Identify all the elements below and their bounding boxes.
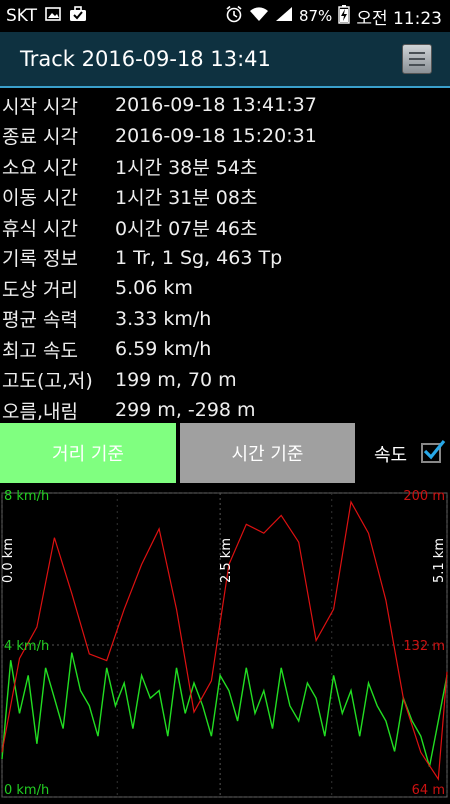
track-info-list: 시작 시각 2016-09-18 13:41:37 종료 시각 2016-09-18… bbox=[0, 90, 450, 426]
info-value: 1시간 38분 54초 bbox=[115, 156, 258, 179]
clock: 오전 11:23 bbox=[356, 8, 442, 29]
alarm-icon bbox=[225, 5, 243, 28]
info-value: 0시간 07분 46초 bbox=[115, 217, 258, 240]
speed-axis-label: 0 km/h bbox=[4, 783, 49, 798]
gallery-icon bbox=[45, 6, 61, 27]
menu-icon-line bbox=[409, 58, 425, 60]
info-label: 시작 시각 bbox=[2, 95, 78, 118]
distance-axis-label: 5.1 km bbox=[432, 538, 447, 583]
action-bar: Track 2016-09-18 13:41 bbox=[0, 32, 450, 88]
briefcase-icon bbox=[69, 5, 87, 27]
battery-charging-icon bbox=[338, 4, 351, 29]
info-row: 시작 시각 2016-09-18 13:41:37 bbox=[0, 90, 450, 121]
speed-series-line bbox=[1, 652, 448, 767]
info-label: 평균 속력 bbox=[2, 309, 78, 332]
distance-axis-label: 2.5 km bbox=[219, 538, 234, 583]
info-row: 이동 시간 1시간 31분 08초 bbox=[0, 182, 450, 213]
info-row: 평균 속력 3.33 km/h bbox=[0, 304, 450, 335]
info-value: 5.06 km bbox=[115, 277, 193, 300]
chart-mode-bar: 거리 기준 시간 기준 속도 bbox=[0, 423, 450, 483]
info-row: 종료 시각 2016-09-18 15:20:31 bbox=[0, 121, 450, 152]
menu-button[interactable] bbox=[402, 44, 432, 74]
info-label: 고도(고,저) bbox=[2, 370, 93, 393]
info-value: 299 m, -298 m bbox=[115, 399, 256, 422]
time-mode-button[interactable]: 시간 기준 bbox=[180, 423, 355, 483]
altitude-axis-label: 200 m bbox=[403, 489, 445, 504]
info-value: 2016-09-18 15:20:31 bbox=[115, 124, 317, 147]
info-label: 종료 시각 bbox=[2, 126, 78, 149]
status-bar: SKT 87% 오전 11:23 bbox=[0, 0, 450, 32]
track-chart: 8 km/h 4 km/h 0 km/h 200 m 132 m 64 m 0.0 km 2.… bbox=[0, 485, 450, 800]
info-value: 199 m, 70 m bbox=[115, 368, 237, 391]
menu-icon-line bbox=[409, 64, 425, 66]
carrier-label: SKT bbox=[6, 6, 38, 26]
info-row: 휴식 시간 0시간 07분 46초 bbox=[0, 212, 450, 243]
speed-checkbox[interactable] bbox=[421, 439, 446, 463]
info-label: 이동 시간 bbox=[2, 187, 78, 210]
signal-icon bbox=[275, 6, 293, 27]
info-label: 오름,내림 bbox=[2, 400, 78, 423]
info-row: 도상 거리 5.06 km bbox=[0, 273, 450, 304]
info-row: 소요 시간 1시간 38분 54초 bbox=[0, 151, 450, 182]
info-row: 고도(고,저) 199 m, 70 m bbox=[0, 365, 450, 396]
info-value: 6.59 km/h bbox=[115, 338, 212, 361]
info-row: 기록 정보 1 Tr, 1 Sg, 463 Tp bbox=[0, 243, 450, 274]
info-value: 1시간 31분 08초 bbox=[115, 187, 258, 210]
info-value: 2016-09-18 13:41:37 bbox=[115, 94, 317, 117]
info-label: 기록 정보 bbox=[2, 248, 78, 271]
speed-axis-label: 4 km/h bbox=[4, 639, 49, 654]
distance-mode-button[interactable]: 거리 기준 bbox=[0, 423, 176, 483]
info-label: 소요 시간 bbox=[2, 156, 78, 179]
altitude-axis-label: 64 m bbox=[412, 783, 445, 798]
speed-toggle-label: 속도 bbox=[374, 445, 408, 466]
battery-percent: 87% bbox=[298, 7, 333, 25]
check-icon bbox=[423, 439, 446, 460]
info-label: 휴식 시간 bbox=[2, 217, 78, 240]
info-row: 오름,내림 299 m, -298 m bbox=[0, 395, 450, 426]
info-row: 최고 속도 6.59 km/h bbox=[0, 334, 450, 365]
info-value: 3.33 km/h bbox=[115, 307, 212, 330]
info-value: 1 Tr, 1 Sg, 463 Tp bbox=[115, 246, 283, 269]
info-label: 최고 속도 bbox=[2, 339, 78, 362]
chart-svg: 8 km/h 4 km/h 0 km/h 200 m 132 m 64 m 0.0 km 2.… bbox=[1, 489, 448, 798]
wifi-icon bbox=[249, 6, 269, 27]
page-title: Track 2016-09-18 13:41 bbox=[20, 47, 271, 71]
info-label: 도상 거리 bbox=[2, 278, 78, 301]
altitude-axis-label: 132 m bbox=[403, 639, 445, 654]
speed-axis-label: 8 km/h bbox=[4, 489, 49, 504]
menu-icon bbox=[409, 52, 425, 54]
distance-axis-label: 0.0 km bbox=[1, 538, 16, 583]
